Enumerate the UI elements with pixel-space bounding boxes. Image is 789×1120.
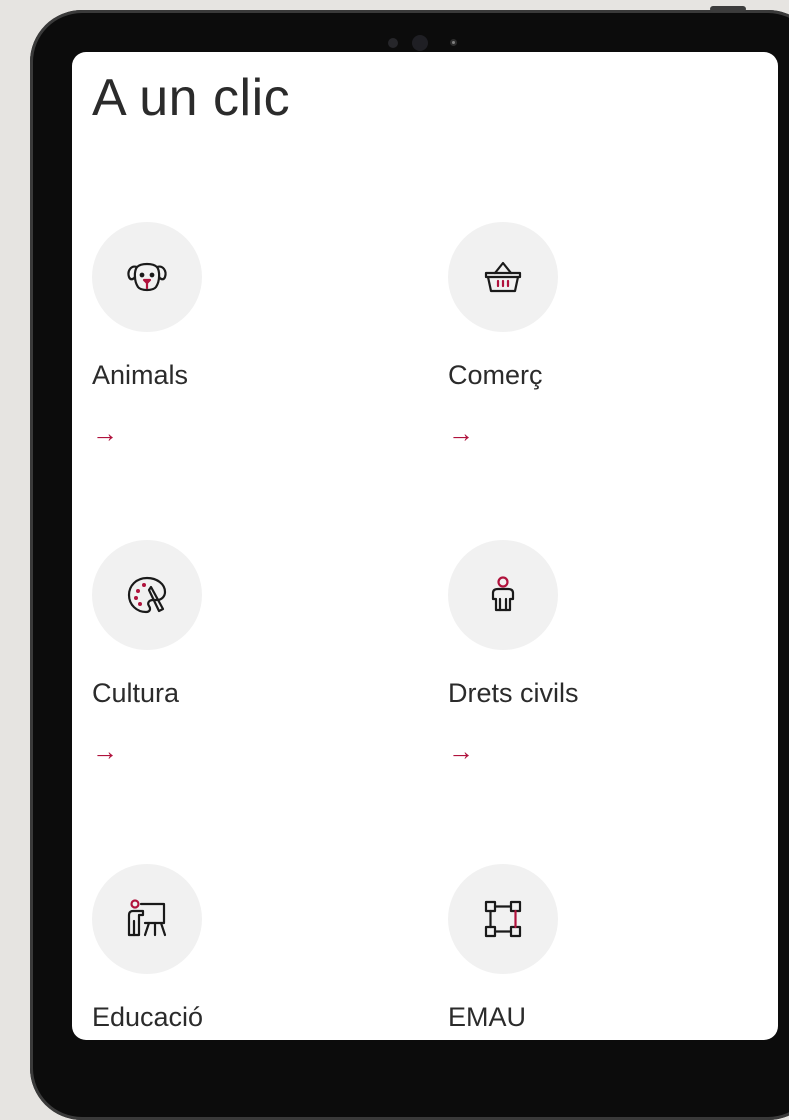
tile-label: EMAU: [448, 1002, 527, 1032]
icon-circle: [448, 540, 558, 650]
tile-label: Comerç: [448, 360, 543, 390]
icon-circle: [448, 864, 558, 974]
tile-emau[interactable]: EMAU: [448, 864, 708, 1040]
tile-drets-civils[interactable]: Drets civils →: [448, 540, 708, 800]
palette-icon: [127, 576, 167, 614]
teacher-board-icon: [127, 899, 167, 937]
arrow-right-icon[interactable]: →: [92, 738, 118, 764]
arrow-right-icon[interactable]: →: [448, 420, 474, 446]
icon-circle: [92, 864, 202, 974]
tile-label: Drets civils: [448, 678, 579, 708]
arrow-right-icon[interactable]: →: [92, 420, 118, 446]
icon-circle: [92, 222, 202, 332]
dog-icon: [127, 262, 167, 292]
page-title: A un clic: [92, 69, 291, 127]
tile-label: Educació: [92, 1002, 204, 1032]
light-sensor: [450, 39, 457, 46]
sensor-dot: [388, 38, 398, 48]
icon-circle: [448, 222, 558, 332]
screen: A un clic Animals → Comerç → Cultura → D…: [72, 52, 778, 1040]
power-button: [710, 6, 746, 12]
tile-animals[interactable]: Animals →: [92, 222, 352, 482]
tile-comerc[interactable]: Comerç →: [448, 222, 708, 482]
network-nodes-icon: [484, 900, 522, 938]
tile-label: Cultura: [92, 678, 180, 708]
icon-circle: [92, 540, 202, 650]
person-icon: [491, 576, 515, 612]
camera-lens: [412, 35, 428, 51]
tile-cultura[interactable]: Cultura →: [92, 540, 352, 800]
tile-label: Animals: [92, 360, 189, 390]
basket-icon: [484, 261, 522, 293]
arrow-right-icon[interactable]: →: [448, 738, 474, 764]
tile-educacio[interactable]: Educació: [92, 864, 352, 1040]
